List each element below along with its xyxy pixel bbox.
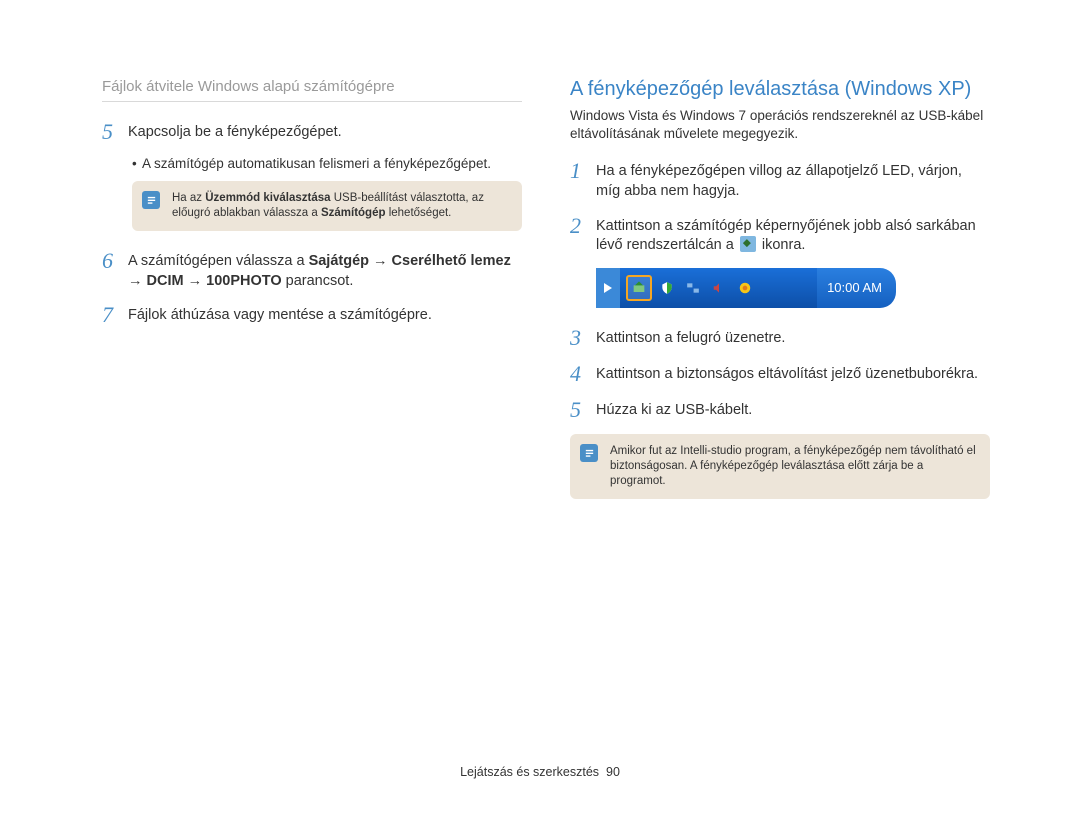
breadcrumb: Fájlok átvitele Windows alapú számítógép… <box>102 78 522 102</box>
right-column: A fényképezőgép leválasztása (Windows XP… <box>570 78 990 517</box>
safely-remove-icon <box>740 236 756 252</box>
intro-text: Windows Vista és Windows 7 operációs ren… <box>570 107 990 143</box>
step-number: 5 <box>570 398 596 422</box>
tray-arrow-icon <box>596 268 620 308</box>
note-icon <box>580 444 598 462</box>
step-7: 7 Fájlok áthúzása vagy mentése a számító… <box>102 303 522 327</box>
tray-safely-remove-icon <box>626 275 652 301</box>
tray-volume-icon <box>708 277 730 299</box>
page-content: Fájlok átvitele Windows alapú számítógép… <box>0 0 1080 557</box>
note-box-left: Ha az Üzemmód kiválasztása USB-beállítás… <box>132 181 522 231</box>
tray-shield-icon <box>656 277 678 299</box>
step-number: 5 <box>102 120 128 144</box>
step-5-sub: A számítógép automatikusan felismeri a f… <box>132 156 522 171</box>
left-column: Fájlok átvitele Windows alapú számítógép… <box>102 78 522 517</box>
step-text: A számítógépen válassza a Sajátgép → Cse… <box>128 249 522 291</box>
step-2: 2 Kattintson a számítógép képernyőjének … <box>570 214 990 256</box>
tray-clock: 10:00 AM <box>817 268 896 308</box>
page-footer: Lejátszás és szerkesztés 90 <box>0 765 1080 779</box>
step-3: 3 Kattintson a felugró üzenetre. <box>570 326 990 350</box>
step-5-right: 5 Húzza ki az USB-kábelt. <box>570 398 990 422</box>
step-4: 4 Kattintson a biztonságos eltávolítást … <box>570 362 990 386</box>
step-text: Kattintson a biztonságos eltávolítást je… <box>596 362 978 385</box>
step-number: 4 <box>570 362 596 386</box>
step-number: 3 <box>570 326 596 350</box>
step-text: Fájlok áthúzása vagy mentése a számítógé… <box>128 303 432 326</box>
note-box-right: Amikor fut az Intelli-studio program, a … <box>570 434 990 499</box>
step-text: Kattintson a felugró üzenetre. <box>596 326 785 349</box>
note-text: Amikor fut az Intelli-studio program, a … <box>610 445 976 487</box>
step-5: 5 Kapcsolja be a fényképezőgépet. <box>102 120 522 144</box>
step-number: 6 <box>102 249 128 273</box>
tray-icons <box>620 268 817 308</box>
tray-network-icon <box>682 277 704 299</box>
note-icon <box>142 191 160 209</box>
section-title: A fényképezőgép leválasztása (Windows XP… <box>570 78 990 101</box>
note-text: Ha az Üzemmód kiválasztása USB-beállítás… <box>172 192 484 219</box>
tray-updates-icon <box>734 277 756 299</box>
step-6: 6 A számítógépen válassza a Sajátgép → C… <box>102 249 522 291</box>
system-tray-screenshot: 10:00 AM <box>596 268 896 308</box>
step-1: 1 Ha a fényképezőgépen villog az állapot… <box>570 159 990 201</box>
step-text: Kapcsolja be a fényképezőgépet. <box>128 120 342 143</box>
step-text: Kattintson a számítógép képernyőjének jo… <box>596 214 990 256</box>
step-text: Ha a fényképezőgépen villog az állapotje… <box>596 159 990 201</box>
step-number: 2 <box>570 214 596 238</box>
step-number: 1 <box>570 159 596 183</box>
step-number: 7 <box>102 303 128 327</box>
step-text: Húzza ki az USB-kábelt. <box>596 398 752 421</box>
